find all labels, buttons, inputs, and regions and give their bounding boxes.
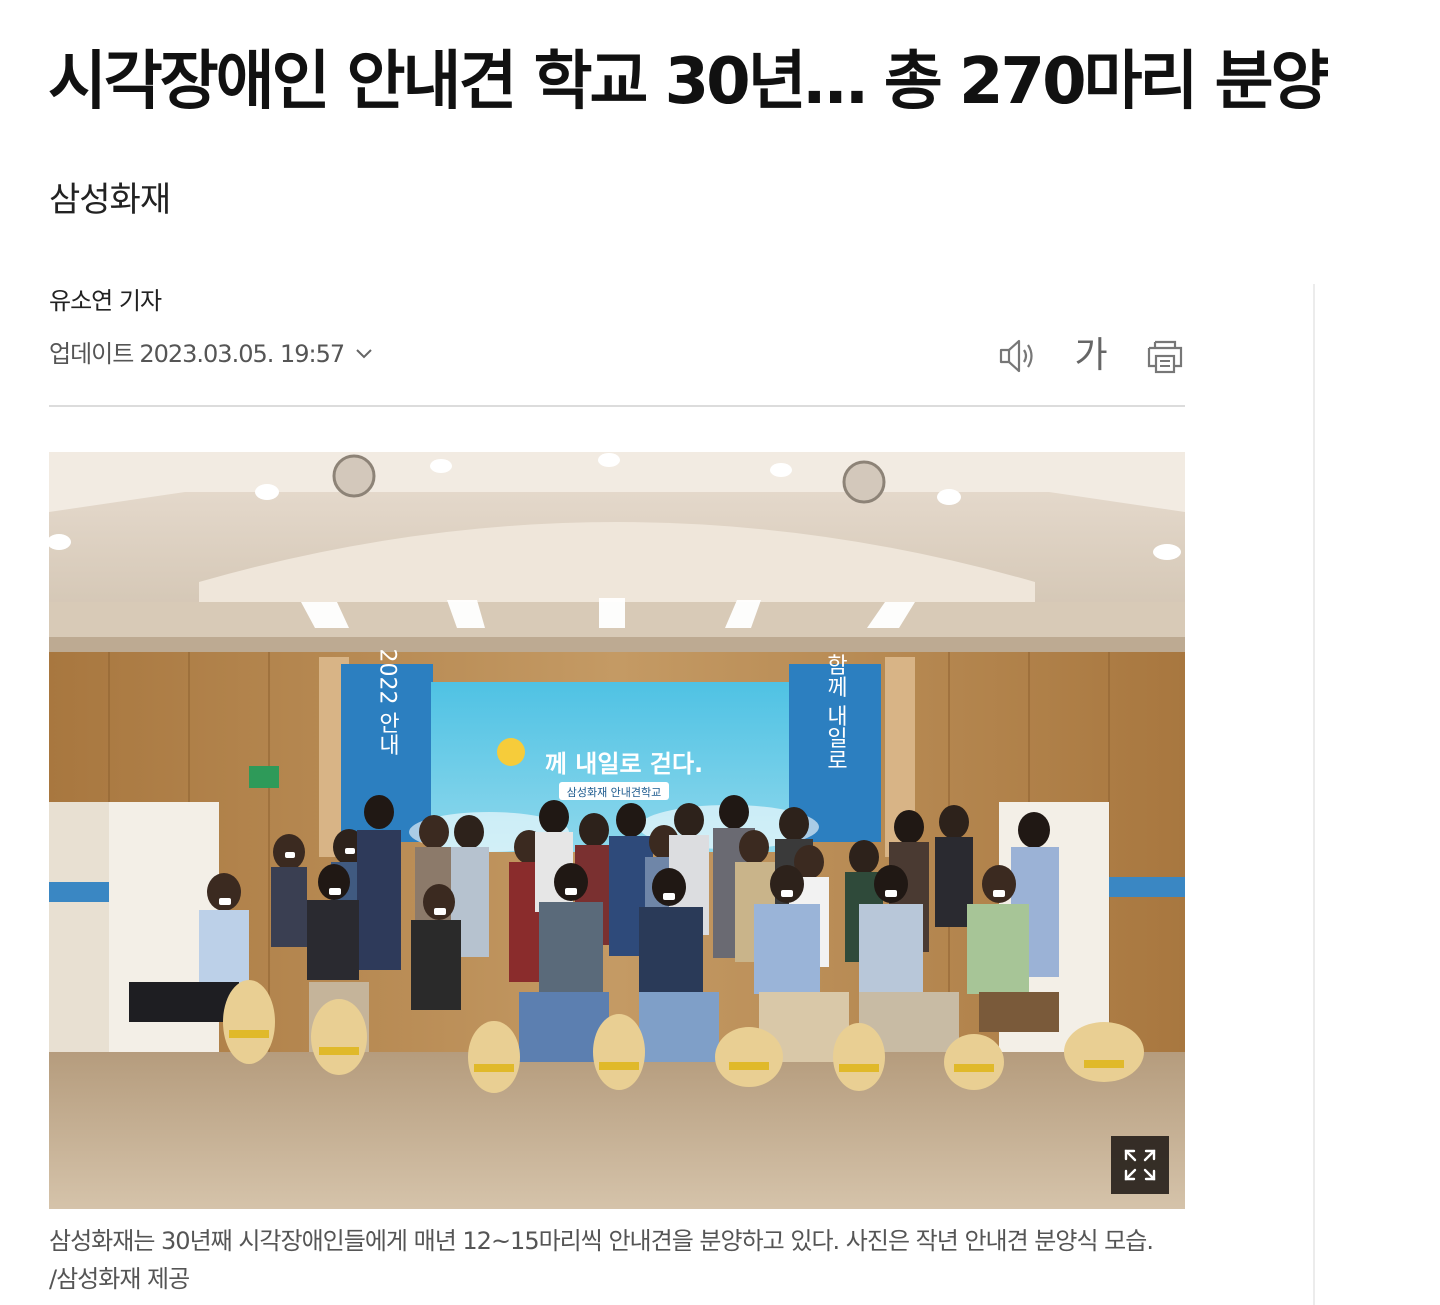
screen-headline-text: 께 내일로 걷다. (545, 750, 703, 778)
print-icon (1147, 340, 1183, 374)
banner-left-text: 2022 안내 (375, 649, 400, 756)
chevron-down-icon (356, 349, 372, 359)
expand-icon (1124, 1149, 1156, 1181)
reporter-byline[interactable]: 유소연 기자 (49, 283, 162, 319)
listen-button[interactable] (997, 336, 1037, 376)
article-photo[interactable]: 2022 안내 함께 내일로 께 내일로 걷다. 삼성화재 안내견학교 (49, 452, 1185, 1209)
article-tools: 가 (997, 330, 1185, 382)
print-button[interactable] (1145, 336, 1185, 376)
update-time-toggle[interactable]: 업데이트 2023.03.05. 19:57 (49, 334, 374, 374)
speaker-icon (999, 339, 1033, 373)
updated-time: 2023.03.05. 19:57 (139, 340, 345, 368)
expand-photo-button[interactable] (1111, 1136, 1169, 1194)
screen-subtitle-text: 삼성화재 안내견학교 (567, 786, 662, 799)
sidebar-divider (1313, 284, 1315, 1305)
updated-label: 업데이트 (49, 340, 134, 368)
header-divider (49, 405, 1185, 407)
font-size-button[interactable]: 가 (1071, 330, 1111, 382)
group-photo-image: 2022 안내 함께 내일로 께 내일로 걷다. 삼성화재 안내견학교 (49, 452, 1185, 1209)
photo-caption: 삼성화재는 30년째 시각장애인들에게 매년 12~15마리씩 안내견을 분양하… (49, 1227, 1154, 1293)
banner-right-text: 함께 내일로 (823, 654, 848, 771)
article-body-column: 유소연 기자 업데이트 2023.03.05. 19:57 가 2022 안내 … (49, 0, 1185, 1305)
